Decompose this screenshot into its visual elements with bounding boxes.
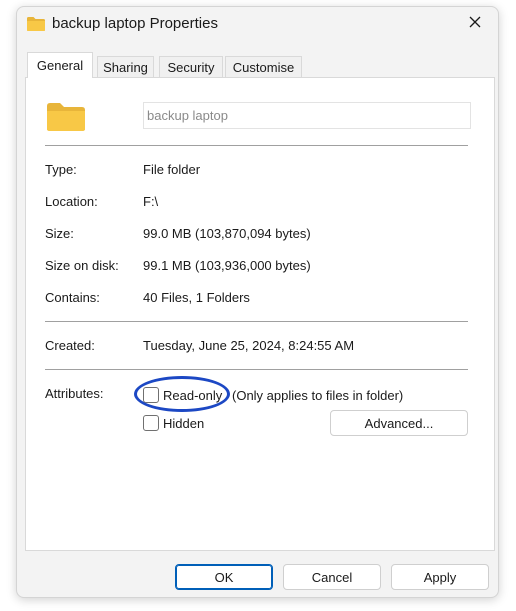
readonly-note: (Only applies to files in folder) — [232, 388, 404, 403]
contains-label: Contains: — [45, 290, 100, 305]
contains-value: 40 Files, 1 Folders — [143, 290, 250, 305]
separator — [45, 321, 468, 322]
created-label: Created: — [45, 338, 95, 353]
attributes-label: Attributes: — [45, 386, 104, 401]
tab-general[interactable]: General — [27, 52, 93, 78]
folder-name-input[interactable] — [143, 102, 471, 129]
size-on-disk-value: 99.1 MB (103,936,000 bytes) — [143, 258, 311, 273]
tab-sharing[interactable]: Sharing — [97, 56, 154, 78]
created-value: Tuesday, June 25, 2024, 8:24:55 AM — [143, 338, 355, 353]
size-label: Size: — [45, 226, 74, 241]
close-button[interactable] — [462, 11, 488, 37]
advanced-button[interactable]: Advanced... — [330, 410, 468, 436]
hidden-label[interactable]: Hidden — [163, 416, 204, 431]
close-icon — [469, 15, 481, 33]
separator — [45, 369, 468, 370]
general-tab-panel: Type: File folder Location: F:\ Size: 99… — [25, 77, 495, 551]
type-label: Type: — [45, 162, 77, 177]
location-label: Location: — [45, 194, 98, 209]
size-on-disk-label: Size on disk: — [45, 258, 119, 273]
folder-icon — [26, 16, 46, 32]
tab-security[interactable]: Security — [159, 56, 223, 78]
readonly-checkbox[interactable] — [143, 387, 159, 403]
type-value: File folder — [143, 162, 201, 177]
tab-customise[interactable]: Customise — [225, 56, 302, 78]
readonly-label[interactable]: Read-only — [163, 388, 222, 403]
window-title: backup laptop Properties — [52, 15, 218, 32]
size-value: 99.0 MB (103,870,094 bytes) — [143, 226, 311, 241]
hidden-checkbox[interactable] — [143, 415, 159, 431]
location-value: F:\ — [143, 194, 159, 209]
folder-icon — [46, 102, 86, 132]
cancel-button[interactable]: Cancel — [283, 564, 381, 590]
properties-dialog: backup laptop Properties General Sharing… — [16, 6, 499, 598]
separator — [45, 145, 468, 146]
ok-button[interactable]: OK — [175, 564, 273, 590]
apply-button[interactable]: Apply — [391, 564, 489, 590]
